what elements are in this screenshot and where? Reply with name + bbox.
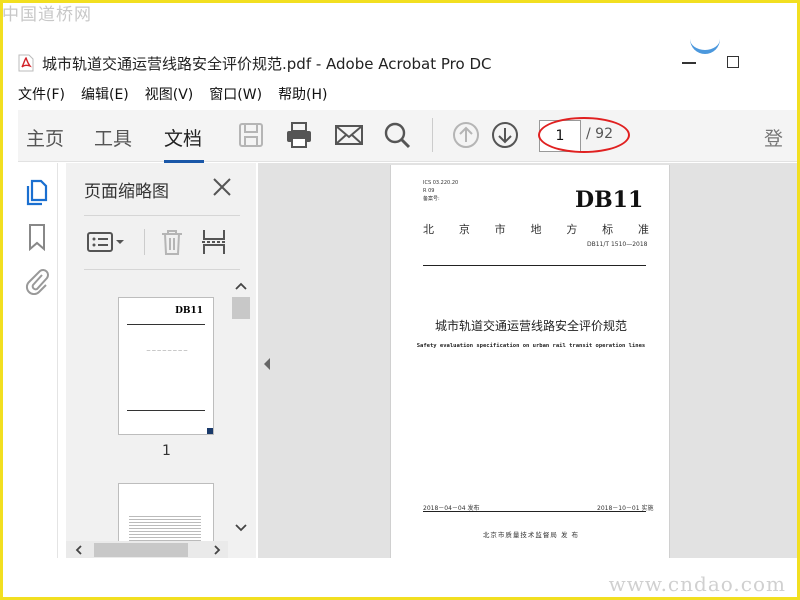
pdf-page: ICS 03.220.20 R 09 备案号: DB11 北 京 市 地 方 标… bbox=[390, 165, 670, 558]
login-button[interactable]: 登 bbox=[764, 124, 783, 151]
tab-document[interactable]: 文档 bbox=[164, 124, 202, 151]
menu-window[interactable]: 窗口(W) bbox=[209, 84, 262, 104]
window-title-bar: 城市轨道交通运营线路安全评价规范.pdf - Adobe Acrobat Pro… bbox=[18, 52, 491, 74]
ics-code: ICS 03.220.20 R 09 备案号: bbox=[423, 180, 459, 202]
watermark-top: 中国道桥网 bbox=[2, 5, 92, 25]
watermark-bottom: www.cndao.com bbox=[608, 572, 786, 596]
page-thumbnails-icon[interactable] bbox=[24, 179, 50, 207]
standard-org: 北 京 市 地 方 标 准 bbox=[423, 223, 649, 236]
document-title-cn: 城市轨道交通运营线路安全评价规范 bbox=[434, 319, 627, 333]
minimize-button[interactable] bbox=[682, 62, 696, 64]
thumbnail-page-label: 1 bbox=[162, 443, 171, 459]
mail-icon[interactable] bbox=[334, 120, 364, 150]
page-down-icon[interactable] bbox=[490, 120, 520, 150]
save-icon[interactable] bbox=[236, 120, 266, 150]
menu-bar: 文件(F) 编辑(E) 视图(V) 窗口(W) 帮助(H) bbox=[18, 84, 344, 104]
extract-pages-icon[interactable] bbox=[200, 227, 228, 257]
navigation-rail bbox=[18, 163, 58, 558]
scroll-down-icon[interactable] bbox=[234, 523, 248, 533]
page-up-icon[interactable] bbox=[451, 120, 481, 150]
maximize-button[interactable] bbox=[727, 56, 739, 68]
panel-tool-separator bbox=[144, 229, 145, 255]
highlight-annotation-circle bbox=[538, 117, 630, 153]
panel-divider-2 bbox=[84, 269, 240, 270]
pdf-file-icon bbox=[18, 54, 34, 72]
collapse-panel-icon[interactable] bbox=[262, 356, 272, 372]
thumbnail-page-1[interactable]: DB11 — — — — — — — — bbox=[118, 297, 214, 435]
tab-home[interactable]: 主页 bbox=[26, 124, 64, 151]
header-rule bbox=[423, 265, 646, 266]
panel-divider bbox=[84, 215, 240, 216]
footer-rule bbox=[423, 511, 646, 512]
scroll-right-icon[interactable] bbox=[212, 544, 222, 556]
print-icon[interactable] bbox=[284, 120, 314, 150]
thumbnail-page-2[interactable] bbox=[118, 483, 214, 541]
tab-tools[interactable]: 工具 bbox=[94, 124, 132, 151]
window-title: 城市轨道交通运营线路安全评价规范.pdf - Adobe Acrobat Pro… bbox=[42, 54, 492, 73]
menu-edit[interactable]: 编辑(E) bbox=[81, 84, 129, 104]
menu-help[interactable]: 帮助(H) bbox=[278, 84, 327, 104]
search-icon[interactable] bbox=[382, 120, 412, 150]
issuer: 北京市质量技术监督局 发 布 bbox=[482, 531, 580, 539]
document-title-en: Safety evaluation specification on urban… bbox=[416, 343, 646, 349]
thumbnail-list: DB11 — — — — — — — — bbox=[66, 271, 228, 541]
vertical-scroll-thumb[interactable] bbox=[232, 297, 250, 319]
menu-view[interactable]: 视图(V) bbox=[145, 84, 194, 104]
bookmark-icon[interactable] bbox=[24, 223, 50, 251]
panel-title: 页面缩略图 bbox=[84, 182, 169, 202]
scroll-up-icon[interactable] bbox=[234, 281, 248, 291]
horizontal-scroll-thumb[interactable] bbox=[94, 543, 188, 557]
standard-name: DB11 bbox=[575, 187, 644, 213]
window-control-partial bbox=[690, 34, 720, 54]
scroll-left-icon[interactable] bbox=[74, 544, 84, 556]
close-icon[interactable] bbox=[210, 175, 234, 199]
standard-code: DB11/T 1510—2018 bbox=[587, 241, 648, 248]
toolbar-separator bbox=[432, 118, 433, 152]
toolbar: 主页 工具 文档 1 / 92 登 bbox=[18, 110, 800, 163]
attachment-icon[interactable] bbox=[24, 267, 50, 295]
thumbnail-panel: 页面缩略图 DB11 — — — — — — — — 1 bbox=[66, 163, 256, 558]
thumbnail-options-icon[interactable] bbox=[86, 227, 126, 257]
delete-icon[interactable] bbox=[158, 227, 186, 257]
menu-file[interactable]: 文件(F) bbox=[18, 84, 65, 104]
